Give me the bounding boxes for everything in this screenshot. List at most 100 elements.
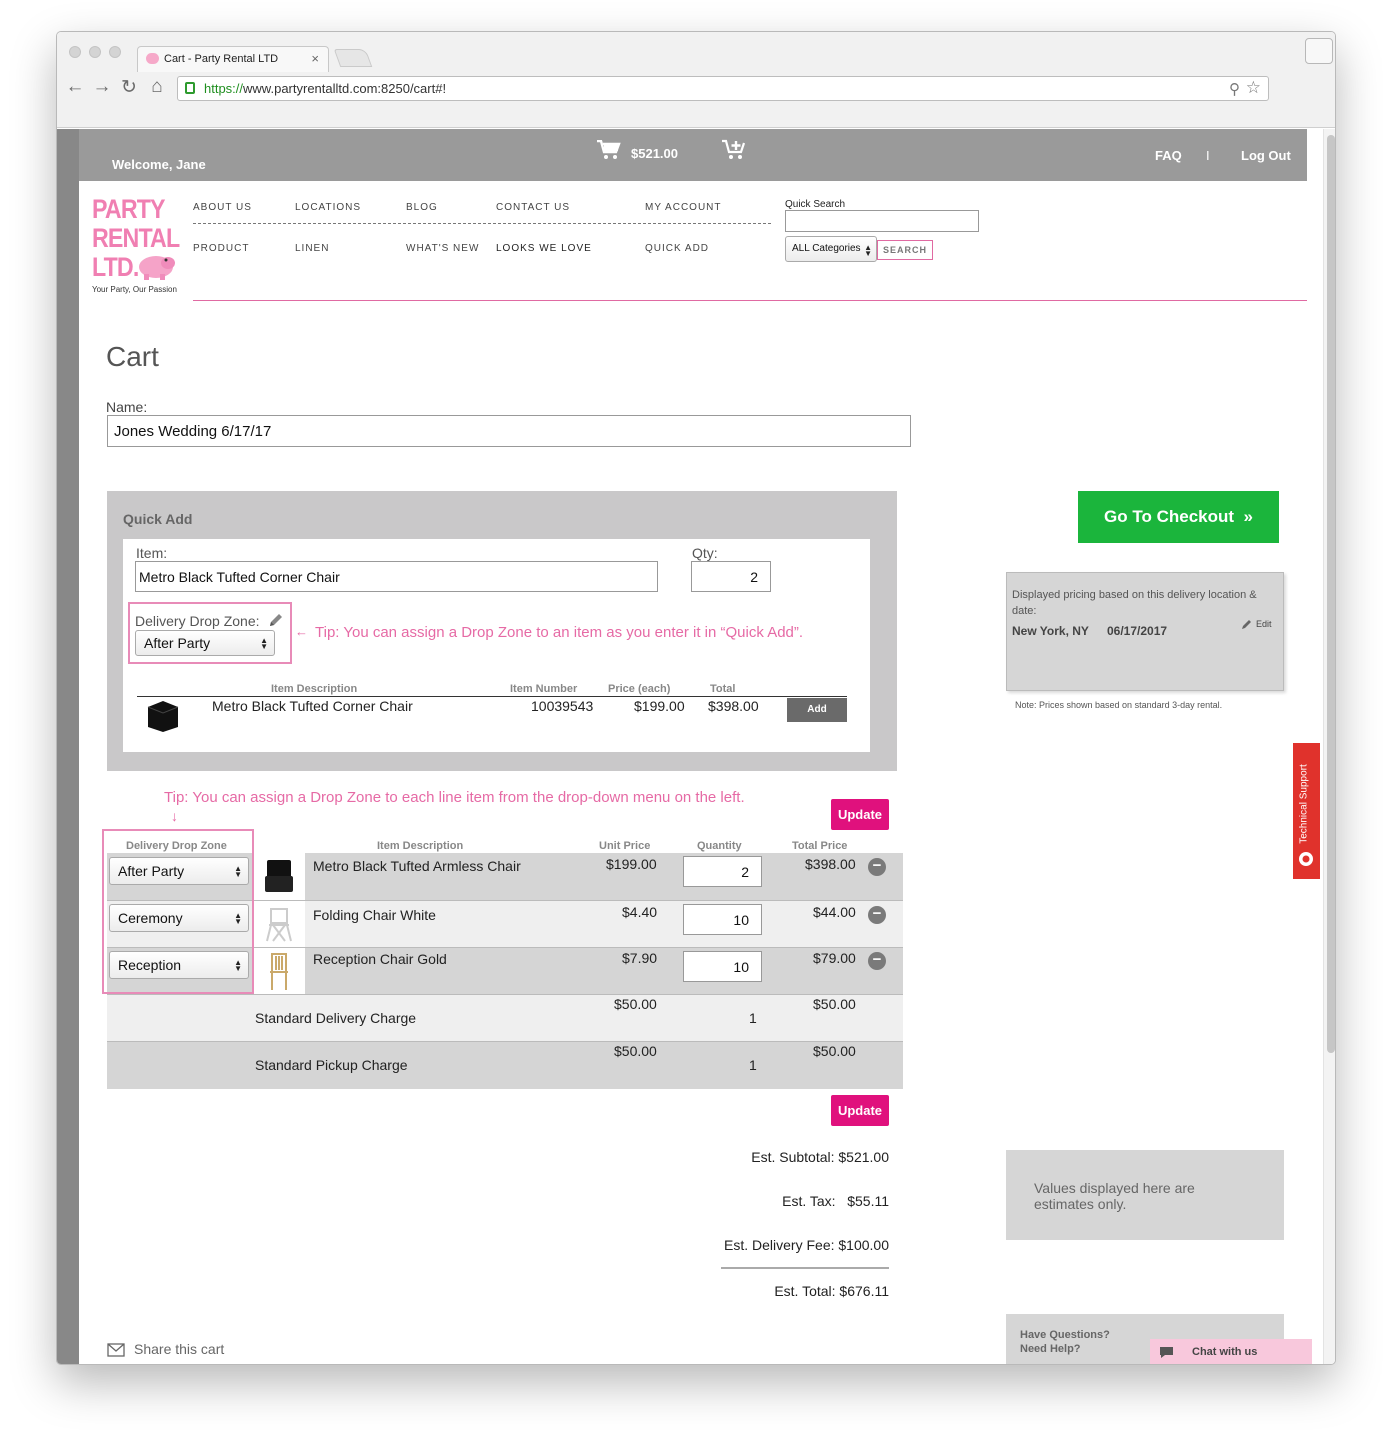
profile-button[interactable]: [1305, 38, 1333, 64]
quantity-input[interactable]: [683, 951, 762, 982]
technical-support-label: Technical Support: [1298, 764, 1310, 844]
quick-add-drop-zone-value: After Party: [144, 635, 211, 651]
top-bar: Welcome, Jane $521.00 FAQ I Log Out: [79, 129, 1307, 181]
charge-total: $50.00: [813, 996, 856, 1012]
logo-line-1: PARTY: [92, 194, 166, 224]
bookmark-star-icon[interactable]: ☆: [1246, 76, 1261, 99]
header-divider: [193, 300, 1307, 301]
lock-icon: [185, 82, 195, 94]
remove-item-icon[interactable]: −: [868, 906, 886, 924]
nav-product[interactable]: PRODUCT: [193, 243, 249, 254]
charge-total: $50.00: [813, 1043, 856, 1059]
nav-locations[interactable]: LOCATIONS: [295, 202, 361, 213]
reload-icon[interactable]: ↻: [119, 76, 139, 99]
qa-header-number: Item Number: [510, 683, 578, 695]
remove-item-icon[interactable]: −: [868, 858, 886, 876]
charge-unit-price: $50.00: [614, 996, 657, 1012]
address-bar[interactable]: https://www.partyrentalltd.com:8250/cart…: [177, 76, 1269, 101]
new-tab-button[interactable]: [333, 49, 373, 67]
tip-arrow-down: ↓: [171, 808, 178, 824]
edit-location-link[interactable]: Edit: [1256, 619, 1272, 629]
chat-widget[interactable]: Chat with us: [1150, 1339, 1312, 1364]
add-button[interactable]: Add: [787, 698, 847, 722]
drop-zone-label: Delivery Drop Zone:: [135, 613, 260, 629]
forward-icon[interactable]: →: [92, 76, 112, 98]
envelope-icon[interactable]: [107, 1343, 125, 1357]
need-help-text: Need Help?: [1020, 1343, 1081, 1355]
questions-text: Have Questions?: [1020, 1329, 1110, 1341]
charge-quantity: 1: [749, 1010, 757, 1026]
nav-divider: [193, 223, 771, 224]
remove-item-icon[interactable]: −: [868, 952, 886, 970]
header-quantity: Quantity: [697, 840, 742, 852]
url-scheme: https://: [204, 81, 244, 96]
cart-name-label: Name:: [106, 399, 148, 415]
nav-whats-new[interactable]: WHAT'S NEW: [406, 243, 479, 254]
pencil-icon[interactable]: [268, 612, 284, 628]
line-items-tip: Tip: You can assign a Drop Zone to each …: [164, 789, 745, 806]
topbar-separator: I: [1206, 148, 1210, 163]
quick-add-form: Item: Qty: Delivery Drop Zone: After Par…: [123, 539, 870, 752]
faq-link[interactable]: FAQ: [1155, 148, 1182, 163]
qty-input[interactable]: [691, 561, 771, 592]
tab-title: Cart - Party Rental LTD: [164, 53, 279, 65]
close-window-button[interactable]: [69, 46, 81, 58]
logo[interactable]: PARTY RENTAL LTD. Your Party, Our Passio…: [92, 195, 182, 300]
pencil-icon[interactable]: [1241, 618, 1253, 630]
nav-my-account[interactable]: MY ACCOUNT: [645, 202, 722, 213]
nav-row-2: PRODUCT LINEN WHAT'S NEW LOOKS WE LOVE Q…: [193, 243, 773, 255]
scrollbar[interactable]: [1323, 129, 1335, 1364]
go-to-checkout-button[interactable]: Go To Checkout »: [1078, 491, 1279, 543]
scrollbar-thumb[interactable]: [1327, 135, 1335, 1053]
add-to-cart-icon[interactable]: [722, 139, 746, 161]
quick-search-input[interactable]: [785, 210, 979, 232]
cart-total[interactable]: $521.00: [631, 146, 678, 161]
est-tax-row: Est. Tax: $55.11: [639, 1193, 889, 1209]
maximize-window-button[interactable]: [109, 46, 121, 58]
nav-looks-we-love[interactable]: LOOKS WE LOVE: [496, 243, 592, 254]
search-button[interactable]: SEARCH: [877, 240, 933, 260]
cart-icon[interactable]: [597, 140, 621, 160]
page: Welcome, Jane $521.00 FAQ I Log Out PART…: [79, 129, 1312, 1364]
cart-name-input[interactable]: [107, 415, 911, 447]
item-label: Item:: [136, 545, 168, 561]
quick-add-drop-zone-select[interactable]: After Party ▲ ▼: [135, 630, 275, 656]
unit-price: $199.00: [606, 856, 657, 872]
category-select[interactable]: ALL Categories ▲ ▼: [785, 236, 877, 262]
chat-label: Chat with us: [1192, 1346, 1258, 1358]
qa-result-number: 10039543: [531, 698, 594, 714]
browser-tab[interactable]: Cart - Party Rental LTD ×: [137, 46, 329, 72]
quick-add-title: Quick Add: [123, 511, 193, 527]
favicon-icon: [146, 53, 159, 64]
quantity-input[interactable]: [683, 856, 762, 887]
header-total-price: Total Price: [792, 840, 848, 852]
update-button-top[interactable]: Update: [831, 799, 889, 830]
quantity-input[interactable]: [683, 904, 762, 935]
tab-close-icon[interactable]: ×: [311, 47, 319, 71]
welcome-text: Welcome, Jane: [112, 157, 206, 172]
technical-support-tab[interactable]: Technical Support: [1293, 743, 1320, 879]
update-button-bottom[interactable]: Update: [831, 1095, 889, 1126]
logout-link[interactable]: Log Out: [1241, 148, 1291, 163]
zoom-search-icon[interactable]: ⚲: [1229, 78, 1240, 101]
back-icon[interactable]: ←: [65, 76, 85, 98]
nav-about-us[interactable]: ABOUT US: [193, 202, 252, 213]
delivery-location: New York, NY: [1012, 624, 1089, 638]
item-input[interactable]: [135, 561, 658, 592]
select-arrows-icon: ▲ ▼: [864, 243, 872, 258]
charge-description: Standard Pickup Charge: [255, 1057, 408, 1073]
est-subtotal: Est. Subtotal: $521.00: [751, 1149, 889, 1165]
nav-contact-us[interactable]: CONTACT US: [496, 202, 570, 213]
total-price: $79.00: [813, 950, 856, 966]
est-tax-label: Est. Tax:: [782, 1193, 836, 1209]
logo-line-2: RENTAL: [92, 223, 180, 253]
quick-search-label: Quick Search: [785, 199, 846, 210]
home-icon[interactable]: ⌂: [147, 76, 167, 98]
nav-linen[interactable]: LINEN: [295, 243, 329, 254]
qa-header-description: Item Description: [271, 683, 358, 695]
share-cart-link[interactable]: Share this cart: [134, 1341, 224, 1357]
charge-description: Standard Delivery Charge: [255, 1010, 417, 1026]
nav-quick-add[interactable]: QUICK ADD: [645, 243, 709, 254]
minimize-window-button[interactable]: [89, 46, 101, 58]
nav-blog[interactable]: BLOG: [406, 202, 438, 213]
